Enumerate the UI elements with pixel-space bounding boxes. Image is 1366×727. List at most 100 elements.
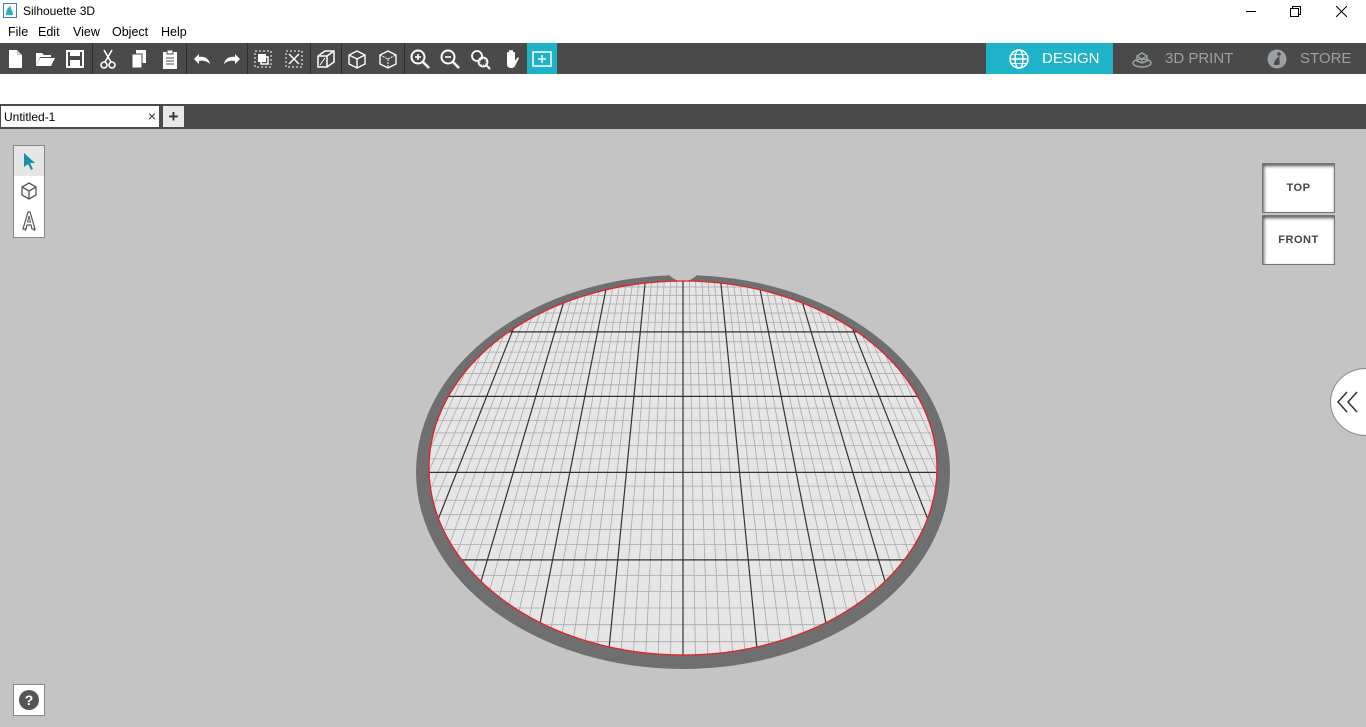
grid-line xyxy=(983,279,1283,659)
grid-line xyxy=(926,281,937,655)
cube-outline-icon xyxy=(379,49,397,69)
zoom-out-icon xyxy=(440,49,460,69)
left-tool-panel xyxy=(13,145,45,238)
3d-canvas[interactable] xyxy=(0,129,1366,727)
clipboard-icon xyxy=(163,49,177,69)
menu-object[interactable]: Object xyxy=(112,25,148,39)
shape-tool[interactable] xyxy=(14,176,44,206)
grid-line xyxy=(932,281,937,655)
grid-line xyxy=(429,281,434,655)
document-tab-label: Untitled-1 xyxy=(4,110,56,124)
group-button[interactable] xyxy=(248,43,278,74)
redo-button[interactable] xyxy=(217,43,247,74)
open-button[interactable] xyxy=(30,43,60,74)
view-cube: TOP FRONT xyxy=(1262,163,1335,265)
ungroup-button[interactable] xyxy=(279,43,309,74)
restore-button[interactable] xyxy=(1272,0,1318,22)
menu-view[interactable]: View xyxy=(73,25,100,39)
grid-line xyxy=(146,279,415,659)
new-file-button[interactable] xyxy=(0,43,30,74)
grid-line xyxy=(121,279,402,659)
fit-to-page-button[interactable] xyxy=(527,43,557,74)
view-box-alt-button[interactable] xyxy=(373,43,403,74)
minimize-button[interactable] xyxy=(1228,0,1274,22)
close-tab-icon[interactable]: × xyxy=(148,108,156,124)
extrude-button[interactable] xyxy=(311,43,341,74)
minimize-icon xyxy=(1246,11,1256,12)
mode-tab-3d-print[interactable]: 3D PRINT xyxy=(1113,43,1240,74)
new-file-icon xyxy=(9,49,22,68)
zoom-out-button[interactable] xyxy=(435,43,465,74)
cube-icon xyxy=(348,49,366,69)
save-icon xyxy=(66,49,84,68)
undo-icon xyxy=(194,53,210,64)
3d-text-icon xyxy=(22,211,36,232)
menu-help[interactable]: Help xyxy=(161,25,187,39)
options-bar xyxy=(0,74,1366,104)
document-tab[interactable]: Untitled-1 × xyxy=(1,106,159,127)
scissors-icon xyxy=(100,49,116,69)
copy-button[interactable] xyxy=(124,43,154,74)
mode-tab-label: DESIGN xyxy=(1042,50,1100,67)
build-plate xyxy=(96,269,1283,669)
undo-button[interactable] xyxy=(187,43,217,74)
view-top-button[interactable]: TOP xyxy=(1262,163,1335,213)
main-toolbar: DESIGN 3D PRINT STORE xyxy=(0,43,1366,74)
zoom-fit-icon xyxy=(471,49,491,70)
fit-to-page-icon xyxy=(532,50,552,67)
add-tab-button[interactable]: + xyxy=(163,106,184,127)
select-tool[interactable] xyxy=(14,146,44,176)
help-button[interactable]: ? xyxy=(13,684,45,716)
cube-icon xyxy=(21,182,37,200)
grid-line xyxy=(971,279,1259,659)
pan-button[interactable] xyxy=(497,43,527,74)
group-icon xyxy=(254,50,272,67)
view-front-button[interactable]: FRONT xyxy=(1262,215,1335,265)
text-tool[interactable] xyxy=(14,206,44,236)
grid-line xyxy=(939,279,1195,659)
save-button[interactable] xyxy=(60,43,90,74)
grid-line xyxy=(171,279,427,659)
grid-line xyxy=(977,279,1271,659)
hand-icon xyxy=(507,49,519,68)
document-tab-bar: Untitled-1 × + xyxy=(0,104,1366,129)
globe-icon xyxy=(1009,48,1029,69)
cut-button[interactable] xyxy=(93,43,123,74)
redo-icon xyxy=(224,53,240,64)
ungroup-icon xyxy=(285,50,303,67)
menu-edit[interactable]: Edit xyxy=(38,25,60,39)
title-bar: Silhouette 3D xyxy=(0,0,1366,22)
grid-line xyxy=(958,279,1233,659)
grid-line xyxy=(133,279,408,659)
grid-line xyxy=(952,279,1221,659)
grid-line xyxy=(429,281,440,655)
view-box-button[interactable] xyxy=(342,43,372,74)
grid-line xyxy=(158,279,421,659)
zoom-fit-button[interactable] xyxy=(466,43,496,74)
folder-open-icon xyxy=(36,52,55,66)
extrude-icon xyxy=(317,49,335,68)
plate-grid xyxy=(96,279,1283,659)
menu-file[interactable]: File xyxy=(8,25,28,39)
grid-line xyxy=(429,281,446,655)
zoom-in-button[interactable] xyxy=(405,43,435,74)
paste-button[interactable] xyxy=(155,43,185,74)
grid-line xyxy=(108,279,396,659)
close-window-button[interactable] xyxy=(1318,0,1364,22)
grid-line xyxy=(964,279,1245,659)
mode-tab-label: STORE xyxy=(1300,50,1352,67)
window-title: Silhouette 3D xyxy=(23,4,96,18)
restore-icon xyxy=(1289,5,1301,17)
help-icon: ? xyxy=(19,690,39,710)
mode-tab-label: 3D PRINT xyxy=(1165,50,1234,67)
help-glyph: ? xyxy=(25,692,34,708)
copy-icon xyxy=(131,49,146,68)
grid-line xyxy=(96,279,390,659)
menu-bar: File Edit View Object Help xyxy=(0,22,1366,43)
pointer-icon xyxy=(24,153,35,170)
zoom-in-icon xyxy=(410,49,430,69)
mode-tab-design[interactable]: DESIGN xyxy=(986,43,1113,74)
mode-tab-store[interactable]: STORE xyxy=(1240,43,1366,74)
close-icon xyxy=(1335,5,1347,17)
double-chevron-left-icon xyxy=(1336,391,1358,413)
